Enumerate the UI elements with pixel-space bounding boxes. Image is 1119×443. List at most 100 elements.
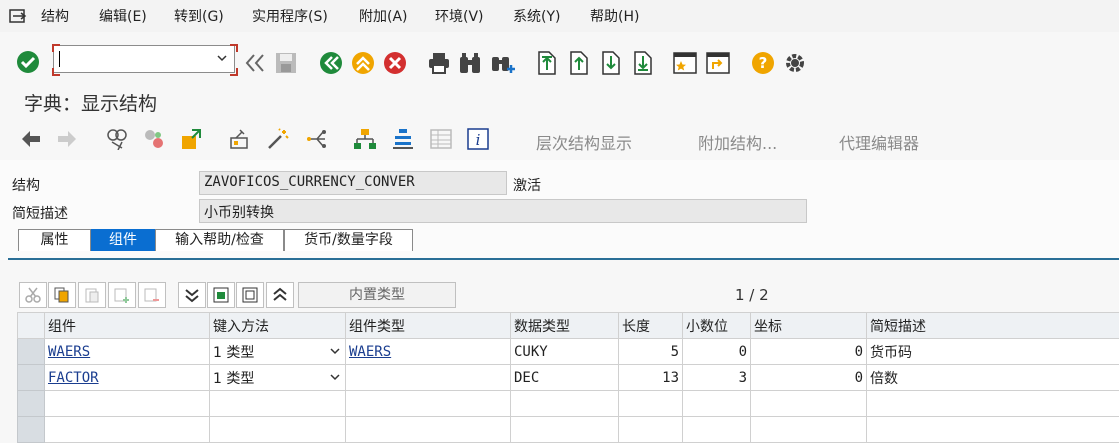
cell-component[interactable]: FACTOR: [45, 365, 210, 391]
copy-row-button[interactable]: [48, 282, 76, 308]
collapse-toolbar-icon[interactable]: [243, 52, 267, 74]
cell-length[interactable]: 5: [619, 339, 683, 365]
column-header-decimals[interactable]: 小数位: [683, 313, 751, 339]
chevron-down-icon[interactable]: [216, 52, 228, 68]
menu-exit-icon[interactable]: [9, 9, 27, 23]
menu-goto[interactable]: 转到(G): [174, 6, 224, 26]
empty-cell[interactable]: [867, 417, 1119, 443]
cell-short-description[interactable]: 货币码: [867, 339, 1119, 365]
cell-decimals[interactable]: 0: [683, 339, 751, 365]
empty-cell[interactable]: [210, 391, 346, 417]
help-icon[interactable]: ?: [751, 51, 775, 75]
cell-component-type[interactable]: WAERS: [346, 339, 511, 365]
menu-extras[interactable]: 附加(A): [359, 6, 408, 26]
cell-typing-method[interactable]: 1 类型: [210, 365, 346, 391]
command-field[interactable]: [53, 45, 235, 73]
check-object-icon[interactable]: [228, 128, 252, 150]
expand-include-button[interactable]: [236, 282, 264, 308]
cancel-icon[interactable]: [383, 51, 407, 75]
empty-cell[interactable]: [683, 391, 751, 417]
include-structure-button[interactable]: [207, 282, 235, 308]
collapse-all-button[interactable]: [266, 282, 294, 308]
menu-utilities[interactable]: 实用程序(S): [252, 6, 328, 26]
empty-cell[interactable]: [511, 391, 619, 417]
column-header-component[interactable]: 组件: [45, 313, 210, 339]
menu-structure[interactable]: 结构: [41, 6, 69, 26]
column-header-length[interactable]: 长度: [619, 313, 683, 339]
first-page-icon[interactable]: [535, 50, 557, 76]
column-header-data-type[interactable]: 数据类型: [511, 313, 619, 339]
empty-cell[interactable]: [751, 417, 867, 443]
proxy-editor-button[interactable]: 代理编辑器: [839, 130, 919, 154]
cell-component[interactable]: WAERS: [45, 339, 210, 365]
print-icon[interactable]: [427, 51, 451, 75]
chevron-down-icon[interactable]: [329, 345, 341, 361]
cell-data-type[interactable]: DEC: [511, 365, 619, 391]
column-header-short-description[interactable]: 简短描述: [867, 313, 1119, 339]
info-icon[interactable]: i: [467, 128, 489, 150]
select-all-cell[interactable]: [18, 313, 45, 339]
back-icon[interactable]: [319, 51, 343, 75]
chevron-down-icon[interactable]: [329, 371, 341, 387]
built-in-type-button[interactable]: 内置类型: [298, 282, 456, 308]
other-object-icon[interactable]: [180, 128, 204, 150]
activate-wand-icon[interactable]: [266, 128, 290, 150]
table-row[interactable]: FACTOR 1 类型 DEC 13 3 0 倍数: [18, 365, 1119, 391]
object-list-icon[interactable]: [353, 128, 377, 150]
empty-cell[interactable]: [511, 417, 619, 443]
cell-coordinate[interactable]: 0: [751, 339, 867, 365]
column-header-coordinate[interactable]: 坐标: [751, 313, 867, 339]
cell-component-type[interactable]: [346, 365, 511, 391]
cell-decimals[interactable]: 3: [683, 365, 751, 391]
empty-cell[interactable]: [683, 417, 751, 443]
find-icon[interactable]: [458, 51, 482, 75]
cell-typing-method[interactable]: 1 类型: [210, 339, 346, 365]
next-page-icon[interactable]: [599, 50, 621, 76]
append-structure-button[interactable]: 附加结构...: [698, 130, 777, 154]
active-inactive-icon[interactable]: [143, 128, 165, 150]
create-session-icon[interactable]: [672, 51, 698, 75]
tab-attributes[interactable]: 属性: [18, 229, 91, 251]
empty-cell[interactable]: [210, 417, 346, 443]
empty-cell[interactable]: [346, 417, 511, 443]
enter-check-icon[interactable]: [16, 50, 40, 74]
short-description-field[interactable]: 小币别转换: [199, 199, 807, 223]
table-row-empty[interactable]: [18, 391, 1119, 417]
last-page-icon[interactable]: [631, 50, 653, 76]
component-type-link[interactable]: WAERS: [349, 344, 391, 360]
cell-short-description[interactable]: 倍数: [867, 365, 1119, 391]
empty-cell[interactable]: [346, 391, 511, 417]
empty-cell[interactable]: [619, 417, 683, 443]
empty-cell[interactable]: [45, 391, 210, 417]
table-row-empty[interactable]: [18, 417, 1119, 443]
menu-environment[interactable]: 环境(V): [435, 6, 484, 26]
structure-name-field[interactable]: ZAVOFICOS_CURRENCY_CONVER: [199, 171, 507, 195]
empty-cell[interactable]: [619, 391, 683, 417]
cell-coordinate[interactable]: 0: [751, 365, 867, 391]
column-header-component-type[interactable]: 组件类型: [346, 313, 511, 339]
expand-all-button[interactable]: [178, 282, 206, 308]
component-link[interactable]: FACTOR: [48, 370, 99, 386]
row-selector[interactable]: [18, 417, 45, 443]
shortcut-icon[interactable]: [705, 51, 731, 75]
back-arrow-icon[interactable]: [20, 129, 42, 149]
previous-page-icon[interactable]: [567, 50, 589, 76]
menu-system[interactable]: 系统(Y): [513, 6, 560, 26]
find-next-icon[interactable]: [490, 51, 516, 75]
tab-input-help[interactable]: 输入帮助/检查: [155, 229, 284, 251]
empty-cell[interactable]: [867, 391, 1119, 417]
empty-cell[interactable]: [751, 391, 867, 417]
row-selector[interactable]: [18, 365, 45, 391]
row-selector[interactable]: [18, 391, 45, 417]
settings-gear-icon[interactable]: [783, 51, 807, 75]
navigation-window-icon[interactable]: [391, 128, 415, 150]
tab-currency-quantity[interactable]: 货币/数量字段: [284, 229, 413, 251]
tab-components[interactable]: 组件: [91, 229, 155, 251]
hierarchy-display-button[interactable]: 层次结构显示: [536, 130, 632, 154]
empty-cell[interactable]: [45, 417, 210, 443]
component-link[interactable]: WAERS: [48, 344, 90, 360]
cell-length[interactable]: 13: [619, 365, 683, 391]
display-change-icon[interactable]: [106, 128, 128, 150]
column-header-typing-method[interactable]: 键入方法: [210, 313, 346, 339]
where-used-icon[interactable]: [305, 128, 329, 150]
